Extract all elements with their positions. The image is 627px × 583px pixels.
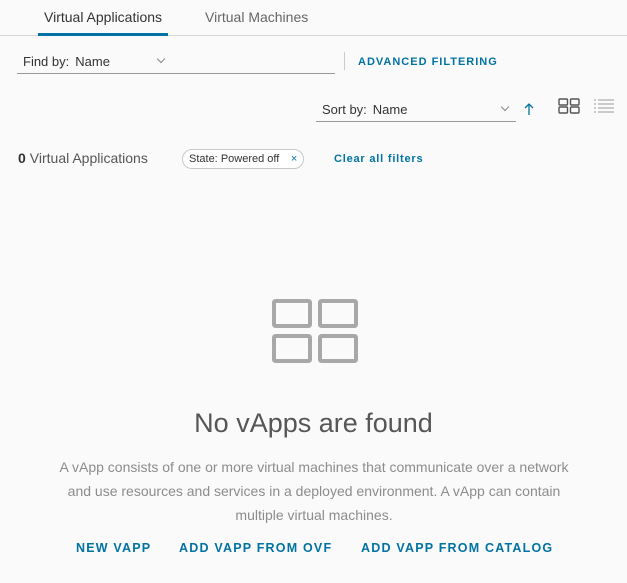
filter-divider — [344, 52, 345, 70]
find-by-select[interactable]: Find by: Name — [17, 50, 335, 74]
clear-all-filters-link[interactable]: Clear all filters — [334, 153, 423, 165]
chevron-down-icon — [156, 54, 166, 64]
find-by-value: Name — [75, 54, 110, 69]
advanced-filtering-link[interactable]: ADVANCED FILTERING — [358, 56, 498, 68]
find-by-label: Find by: — [23, 54, 70, 69]
results-count-label: Virtual Applications — [29, 150, 148, 166]
add-vapp-from-ovf-button[interactable]: ADD VAPP FROM OVF — [179, 541, 332, 555]
results-count: 0 Virtual Applications — [18, 150, 148, 166]
new-vapp-button[interactable]: NEW VAPP — [76, 541, 151, 555]
sort-by-label: Sort by: — [322, 102, 367, 117]
empty-grid-icon — [272, 299, 358, 363]
filter-chip-key: State: — [189, 153, 218, 165]
grid-view-icon[interactable] — [558, 98, 580, 114]
chevron-down-icon — [500, 102, 510, 112]
tab-virtual-machines[interactable]: Virtual Machines — [205, 0, 308, 36]
results-count-number: 0 — [18, 150, 26, 166]
sort-by-value: Name — [372, 102, 408, 117]
add-vapp-from-catalog-button[interactable]: ADD VAPP FROM CATALOG — [361, 541, 553, 555]
empty-state-description: A vApp consists of one or more virtual m… — [59, 459, 569, 523]
sort-ascending-icon[interactable] — [522, 102, 536, 118]
empty-state-title: No vApps are found — [194, 408, 433, 438]
close-icon[interactable]: × — [291, 150, 297, 168]
filter-chip-value: Powered off — [220, 153, 280, 165]
tab-bar: Virtual Applications Virtual Machines — [0, 0, 627, 36]
tab-virtual-applications[interactable]: Virtual Applications — [38, 0, 169, 36]
list-view-icon[interactable] — [593, 98, 615, 114]
filter-chip-state: State: Powered off × — [182, 149, 305, 169]
sort-by-select[interactable]: Sort by: Name — [316, 98, 516, 122]
